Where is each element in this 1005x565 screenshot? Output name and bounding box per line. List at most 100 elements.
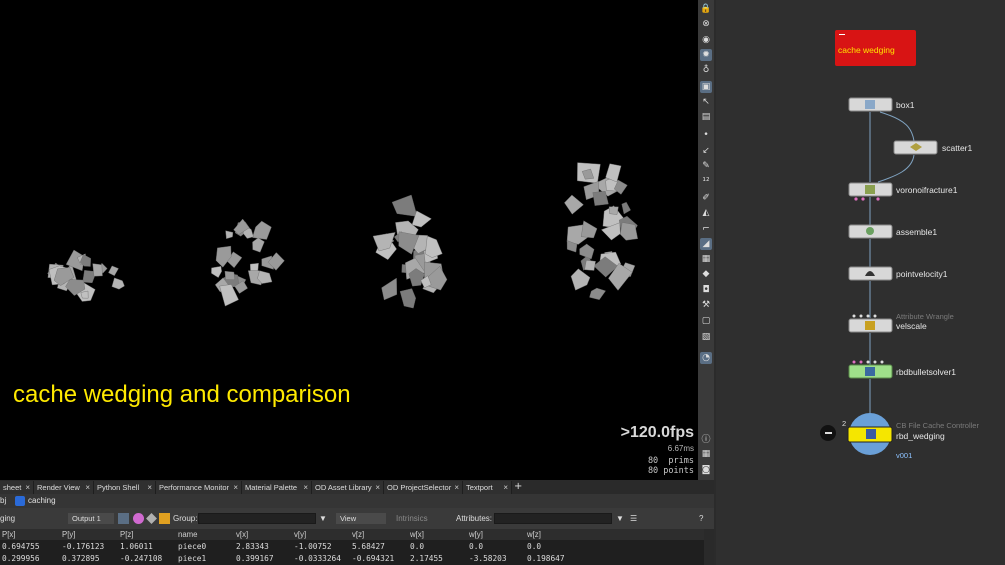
column-header[interactable]: v[z] bbox=[352, 529, 364, 540]
filter-icon[interactable]: ▼ bbox=[319, 513, 327, 524]
ghost-icon[interactable]: ◢ bbox=[700, 238, 712, 250]
light-bulb-icon[interactable]: ♁ bbox=[700, 64, 712, 76]
tab-od-asset-library[interactable]: OD Asset Library × bbox=[312, 481, 384, 494]
fragment bbox=[252, 220, 272, 240]
grid-icon[interactable]: ▦ bbox=[700, 253, 712, 265]
table-cell: 0.399167 bbox=[236, 554, 274, 563]
snap-icon[interactable]: ◆ bbox=[700, 268, 712, 280]
tab-od-projectselector[interactable]: OD ProjectSelector × bbox=[384, 481, 463, 494]
spreadsheet-scrollbar[interactable] bbox=[704, 529, 714, 565]
table-cell: 0.299956 bbox=[2, 554, 40, 563]
fragment bbox=[108, 265, 119, 276]
view-select[interactable]: View bbox=[336, 513, 386, 524]
primitives-mode-icon[interactable] bbox=[146, 513, 157, 524]
node-scatter1[interactable] bbox=[893, 140, 938, 155]
close-icon[interactable]: × bbox=[147, 481, 152, 494]
close-icon[interactable]: × bbox=[233, 481, 238, 494]
path-node-name[interactable]: caching bbox=[28, 495, 56, 507]
fragment bbox=[399, 288, 416, 309]
tab-performance-monitor[interactable]: Performance Monitor × bbox=[156, 481, 242, 494]
column-header[interactable]: v[y] bbox=[294, 529, 306, 540]
sticky-collapse-icon[interactable] bbox=[839, 34, 845, 35]
tab-spreadsheet[interactable]: sheet × bbox=[0, 481, 34, 494]
camera-icon[interactable]: ▤ bbox=[700, 111, 712, 123]
spreadsheet-toolbar: ging Output 1 Group: ▼ View Intrinsics A… bbox=[0, 511, 714, 526]
square-icon[interactable]: ▢ bbox=[700, 315, 712, 327]
table-cell: -0.694321 bbox=[352, 554, 395, 563]
fragment bbox=[589, 287, 606, 300]
eye-icon[interactable]: ◔ bbox=[700, 352, 712, 364]
column-header[interactable]: name bbox=[178, 529, 198, 540]
select-arrow-icon[interactable]: ↖ bbox=[700, 96, 712, 108]
fragment bbox=[111, 277, 125, 290]
tab-render-view[interactable]: Render View × bbox=[34, 481, 94, 494]
column-header[interactable]: v[x] bbox=[236, 529, 248, 540]
node-pointvelocity1[interactable] bbox=[848, 266, 893, 281]
close-icon[interactable]: × bbox=[375, 481, 380, 494]
tab-material-palette[interactable]: Material Palette × bbox=[242, 481, 312, 494]
table-cell: -0.0333264 bbox=[294, 554, 341, 563]
vertices-mode-icon[interactable] bbox=[133, 513, 144, 524]
green-box-icon[interactable]: ◘ bbox=[700, 284, 712, 296]
frame-icon[interactable]: ⌐ bbox=[700, 223, 712, 235]
close-icon[interactable]: × bbox=[25, 481, 30, 494]
geometry-spreadsheet[interactable]: P[x] P[y] P[z] name v[x] v[y] v[z] w[x] w[y] w[z]… bbox=[0, 529, 704, 565]
image-icon[interactable]: ▧ bbox=[700, 331, 712, 343]
node-input-count: 2 bbox=[842, 419, 847, 428]
network-editor[interactable]: cache wedging box1 scatter1 voronoifract… bbox=[716, 0, 1005, 565]
group-input[interactable] bbox=[198, 513, 316, 524]
node-box1[interactable] bbox=[848, 97, 893, 112]
column-header[interactable]: P[x] bbox=[2, 529, 15, 540]
tab-textport[interactable]: Textport × bbox=[463, 481, 512, 494]
close-icon[interactable]: × bbox=[454, 481, 459, 494]
column-header[interactable]: w[y] bbox=[469, 529, 483, 540]
table-cell: -1.00752 bbox=[294, 542, 332, 551]
lock-icon[interactable]: 🔒 bbox=[700, 3, 712, 15]
help-icon[interactable]: ? bbox=[699, 513, 703, 524]
tab-python-shell[interactable]: Python Shell × bbox=[94, 481, 156, 494]
point-icon[interactable]: • bbox=[700, 129, 712, 141]
close-circle-icon[interactable]: ⊗ bbox=[700, 18, 712, 30]
quad-view-icon[interactable]: ▦ bbox=[700, 448, 712, 460]
node-rbd-wedging[interactable] bbox=[847, 413, 893, 455]
table-cell: 0.0 bbox=[527, 542, 542, 551]
fragment bbox=[621, 201, 631, 215]
column-header[interactable]: w[x] bbox=[410, 529, 424, 540]
pen-icon[interactable]: ✎ bbox=[700, 160, 712, 172]
sphere-icon[interactable]: ◉ bbox=[700, 34, 712, 46]
tool-icon[interactable]: ⚒ bbox=[700, 299, 712, 311]
close-icon[interactable]: × bbox=[503, 481, 508, 494]
edge-icon[interactable]: ↙ bbox=[700, 145, 712, 157]
column-header[interactable]: P[z] bbox=[120, 529, 133, 540]
display-options-icon[interactable]: ▣ bbox=[700, 81, 712, 93]
light-icon[interactable]: ✹ bbox=[700, 49, 712, 61]
close-icon[interactable]: × bbox=[85, 481, 90, 494]
node-label-velscale: velscale bbox=[896, 321, 927, 331]
table-cell: 0.0 bbox=[469, 542, 484, 551]
view-mode-icon[interactable]: ◙ bbox=[700, 464, 712, 476]
fragment bbox=[381, 277, 398, 301]
brush-icon[interactable]: ✐ bbox=[700, 192, 712, 204]
intrinsics-toggle[interactable]: Intrinsics bbox=[396, 513, 428, 524]
fragment bbox=[225, 230, 234, 239]
path-bar[interactable]: bj caching bbox=[0, 494, 714, 508]
scene-viewport[interactable]: cache wedging and comparison >120.0fps 6… bbox=[0, 0, 698, 480]
shading-icon[interactable]: ◭ bbox=[700, 207, 712, 219]
sticky-note[interactable]: cache wedging bbox=[835, 30, 916, 66]
attribute-filter-icon[interactable]: ▼ bbox=[616, 513, 624, 524]
attributes-input[interactable] bbox=[494, 513, 612, 524]
node-assemble1[interactable] bbox=[848, 224, 893, 239]
numbers-icon[interactable]: ¹² bbox=[700, 176, 712, 188]
column-header[interactable]: P[y] bbox=[62, 529, 75, 540]
close-icon[interactable]: × bbox=[303, 481, 308, 494]
add-tab-button[interactable]: + bbox=[514, 480, 522, 494]
detail-mode-icon[interactable] bbox=[159, 513, 170, 524]
column-header[interactable]: w[z] bbox=[527, 529, 541, 540]
path-context[interactable]: bj bbox=[0, 495, 6, 506]
info-icon[interactable]: ⓘ bbox=[700, 432, 712, 445]
column-options-icon[interactable]: ☰ bbox=[630, 513, 637, 524]
output-select[interactable]: Output 1 bbox=[68, 513, 114, 524]
fragment-cluster bbox=[372, 194, 448, 309]
points-mode-icon[interactable] bbox=[118, 513, 129, 524]
collapse-button[interactable] bbox=[820, 425, 836, 441]
